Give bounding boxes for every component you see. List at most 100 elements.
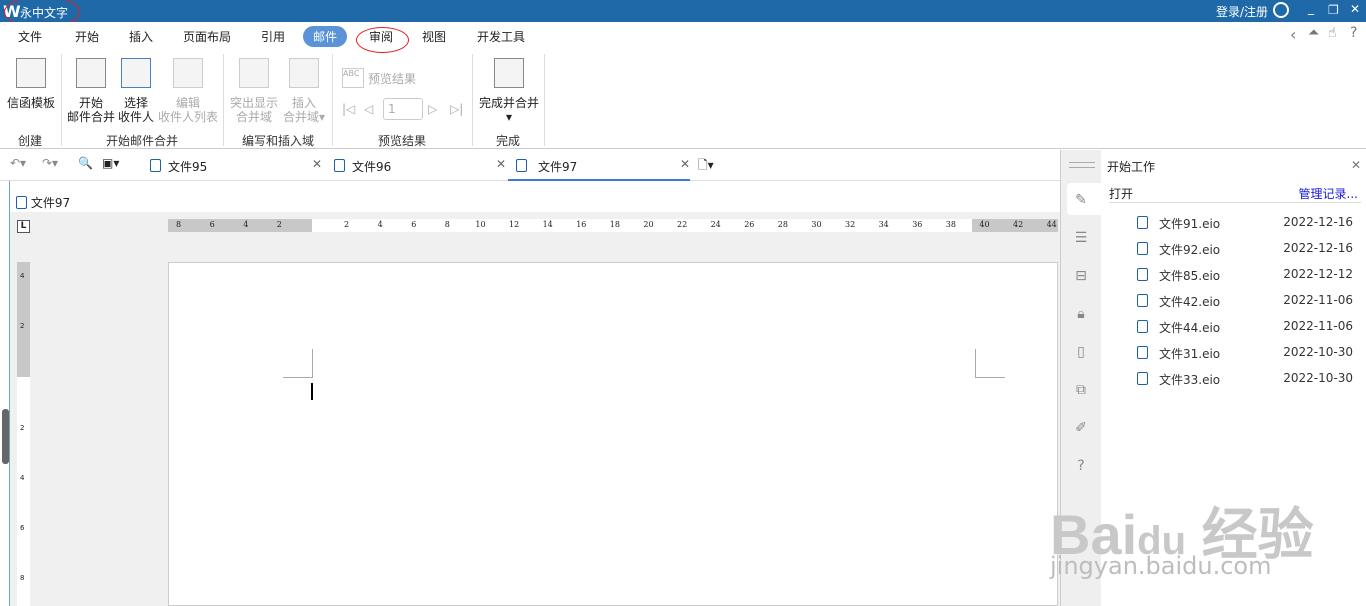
redo-icon[interactable]: ↷▾: [42, 156, 58, 170]
tab-file96[interactable]: 文件96 ✕: [330, 150, 506, 181]
ruler-tick-label: 8: [20, 574, 25, 582]
recent-file-date: 2022-12-12: [1283, 267, 1353, 281]
group-label: 开始邮件合并: [106, 134, 179, 148]
printer-mail-icon: [494, 58, 524, 88]
ruler-tick-label: 28: [777, 220, 788, 229]
document-page[interactable]: [168, 262, 1058, 606]
menu-developer[interactable]: 开发工具: [477, 28, 525, 45]
watermark-url: jingyan.baidu.com: [1050, 552, 1272, 580]
ruler-tick-label: 4: [377, 220, 383, 229]
undo-icon[interactable]: ↶▾: [10, 156, 26, 170]
recent-file-item[interactable]: 文件42.eio 2022-11-06: [1101, 288, 1366, 314]
panel-title: 开始工作: [1107, 160, 1156, 174]
ruler-tick-label: 42: [1013, 220, 1024, 229]
structure-icon[interactable]: ⊟: [1073, 268, 1089, 284]
tab-file97[interactable]: 文件97 ✕: [508, 150, 690, 181]
tab-file95[interactable]: 文件95 ✕: [146, 150, 322, 181]
pencil-icon[interactable]: ✎: [1073, 192, 1089, 208]
recipients-icon: [121, 58, 151, 88]
next-record-icon[interactable]: ▷: [428, 102, 437, 116]
first-record-icon[interactable]: |◁: [342, 102, 355, 116]
print-preview-icon[interactable]: 🔍: [78, 156, 93, 170]
document-icon: [516, 159, 527, 172]
user-avatar-icon[interactable]: [1273, 2, 1289, 18]
document-icon: [1137, 294, 1148, 307]
tab-stop-selector[interactable]: L: [17, 220, 30, 233]
menu-mailings[interactable]: 邮件: [303, 26, 348, 47]
menu-references[interactable]: 引用: [261, 28, 285, 45]
clipboard-icon[interactable]: ▯: [1073, 344, 1089, 360]
document-icon: [239, 58, 269, 88]
lock-icon[interactable]: 🔒︎: [1073, 306, 1089, 322]
preview-results-button[interactable]: 预览结果: [368, 70, 416, 87]
ruler-tick-label: 4: [243, 220, 249, 229]
ruler-tick-label: 10: [475, 220, 486, 229]
document-icon: [1137, 216, 1148, 229]
insert-field-button[interactable]: 插入 合并域▾: [282, 58, 326, 124]
document-label: 文件97: [30, 196, 71, 210]
envelope-icon: [16, 58, 46, 88]
login-link[interactable]: 登录/注册: [1216, 3, 1268, 20]
menu-insert[interactable]: 插入: [129, 28, 153, 45]
field-grid-icon: [289, 58, 319, 88]
document-tab-bar: ↶▾ ↷▾ 🔍 ▣▾ 文件95 ✕ 文件96 ✕ 文件97 ✕ 🗋▾: [0, 150, 1060, 181]
minimize-icon[interactable]: _: [1308, 1, 1314, 15]
recent-file-item[interactable]: 文件91.eio 2022-12-16: [1101, 210, 1366, 236]
last-record-icon[interactable]: ▷|: [450, 102, 463, 116]
scroll-handle[interactable]: [2, 409, 9, 464]
ruler-tick-label: 34: [878, 220, 889, 229]
close-icon[interactable]: ✕: [1350, 2, 1360, 16]
vertical-ruler[interactable]: 4 2 2 4 6 8: [17, 262, 30, 606]
close-tab-icon[interactable]: ✕: [312, 157, 322, 171]
ruler-tick-label: 12: [509, 220, 520, 229]
document-icon: [334, 159, 345, 172]
copy-icon[interactable]: ⧉: [1073, 382, 1089, 398]
recent-file-name: 文件42.eio: [1159, 295, 1221, 309]
touch-mode-icon[interactable]: ☝: [1328, 25, 1337, 41]
recent-file-item[interactable]: 文件92.eio 2022-12-16: [1101, 236, 1366, 262]
title-bar: W 永中文字 登录/注册 _ ❐ ✕: [0, 0, 1366, 28]
close-tab-icon[interactable]: ✕: [496, 157, 506, 171]
record-number-input[interactable]: 1: [383, 98, 423, 120]
menu-home[interactable]: 开始: [75, 28, 99, 45]
prev-record-icon[interactable]: ◁: [364, 102, 373, 116]
group-label: 预览结果: [378, 134, 427, 148]
edit-list-icon: [173, 58, 203, 88]
select-recipients-button[interactable]: 选择 收件人: [117, 58, 155, 124]
edit-recipient-list-button[interactable]: 编辑 收件人列表: [157, 58, 219, 124]
panel-close-icon[interactable]: ✕: [1351, 158, 1361, 172]
recent-file-item[interactable]: 文件33.eio 2022-10-30: [1101, 366, 1366, 392]
finish-merge-button[interactable]: 完成并合并 ▾: [478, 58, 540, 124]
open-label: 打开: [1109, 187, 1134, 201]
back-icon[interactable]: ‹: [1290, 25, 1296, 44]
ruler-tick-label: 18: [609, 220, 620, 229]
menu-view[interactable]: 视图: [422, 28, 446, 45]
new-document-icon[interactable]: 🗋▾: [698, 156, 714, 177]
ruler-tick-label: 6: [209, 220, 215, 229]
manage-records-link[interactable]: 管理记录...: [1299, 185, 1358, 202]
margin-corner: [283, 349, 313, 378]
close-tab-icon[interactable]: ✕: [680, 157, 690, 171]
recent-file-date: 2022-11-06: [1283, 319, 1353, 333]
document-icon: [1137, 268, 1148, 281]
recent-file-item[interactable]: 文件31.eio 2022-10-30: [1101, 340, 1366, 366]
help-icon[interactable]: ?: [1350, 25, 1357, 41]
recent-file-item[interactable]: 文件85.eio 2022-12-12: [1101, 262, 1366, 288]
letter-template-button[interactable]: 信函模板: [6, 58, 56, 110]
recent-file-item[interactable]: 文件44.eio 2022-11-06: [1101, 314, 1366, 340]
collapse-ribbon-icon[interactable]: ⏶: [1308, 25, 1319, 41]
save-icon[interactable]: ▣▾: [102, 156, 119, 170]
document-icon: [1137, 242, 1148, 255]
menu-layout[interactable]: 页面布局: [183, 28, 231, 45]
horizontal-ruler[interactable]: 8 6 4 2 2 4 6 8 10 12 14 16 18 20 22 24 26 28 30 32 34 36 38 40…: [168, 219, 1058, 232]
ruler-tick-label: 44: [1046, 220, 1057, 229]
highlight-fields-button[interactable]: 突出显示 合并域: [228, 58, 280, 124]
recent-file-name: 文件31.eio: [1159, 347, 1221, 361]
sliders-icon[interactable]: ☰: [1073, 230, 1089, 246]
group-label: 编写和插入域: [242, 134, 315, 148]
restore-icon[interactable]: ❐: [1328, 3, 1339, 17]
help-icon[interactable]: ?: [1073, 458, 1089, 474]
menu-file[interactable]: 文件: [18, 28, 42, 45]
start-merge-button[interactable]: 开始 邮件合并: [66, 58, 116, 124]
edit-icon[interactable]: ✐: [1073, 420, 1089, 436]
